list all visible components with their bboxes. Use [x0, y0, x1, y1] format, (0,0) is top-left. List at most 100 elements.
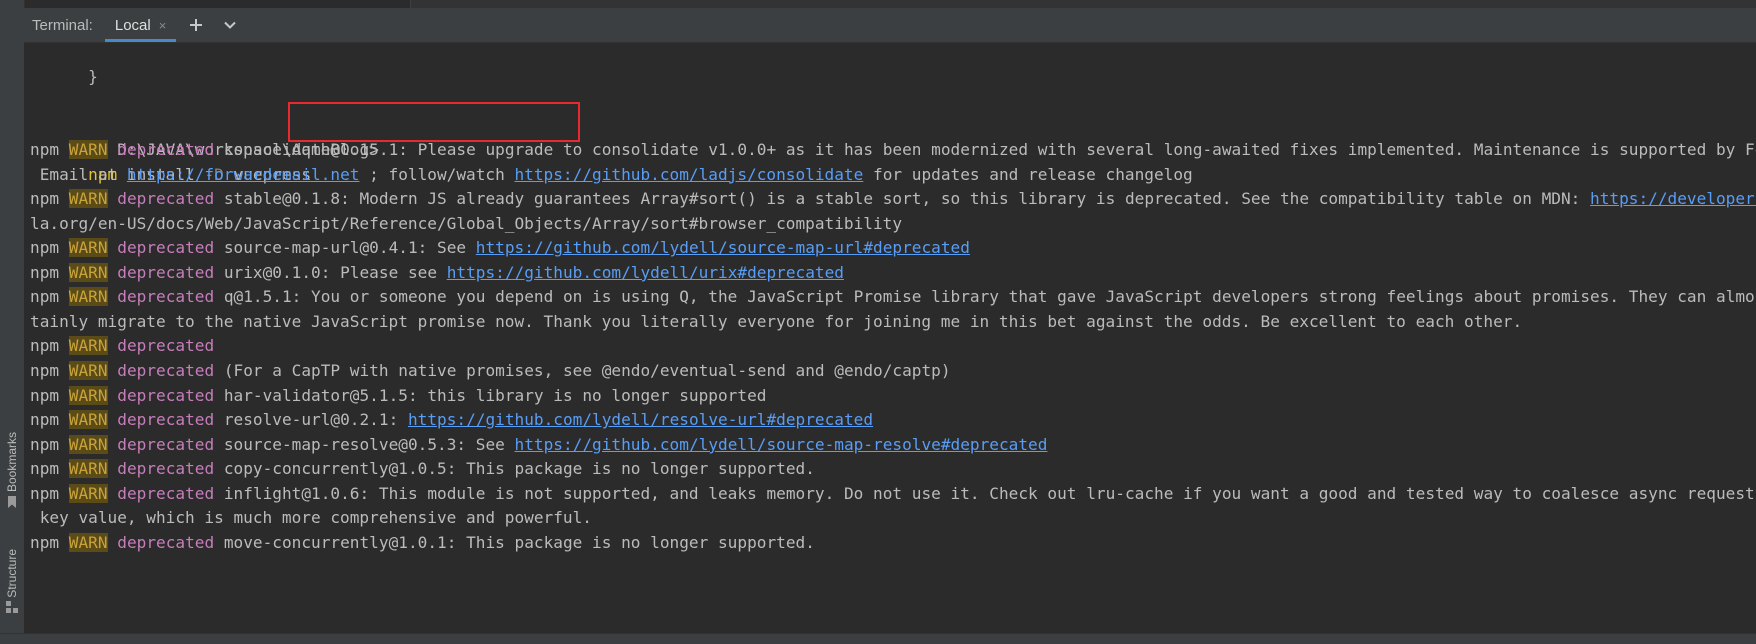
- terminal-line: npm WARN deprecated har-validator@5.1.5:…: [30, 383, 766, 408]
- structure-label: Structure: [5, 548, 19, 598]
- plus-icon: [190, 19, 203, 31]
- warn-badge: WARN: [68, 360, 108, 380]
- bookmark-icon: [6, 496, 18, 509]
- terminal-line: npm WARN deprecated move-concurrently@1.…: [30, 530, 815, 555]
- warn-badge: WARN: [68, 385, 108, 405]
- structure-icon: [6, 601, 18, 614]
- npm-prefix: npm: [30, 287, 60, 307]
- editor-edge-segment: [410, 0, 1756, 8]
- url-link[interactable]: https://github.com/ladjs/consolidate: [514, 165, 863, 184]
- line-continuation: tainly migrate to the native JavaScript …: [30, 311, 1523, 331]
- terminal-line: key value, which is much more comprehens…: [30, 505, 592, 530]
- warn-badge: WARN: [68, 483, 108, 503]
- terminal-line: }: [30, 43, 98, 86]
- npm-prefix: npm: [30, 360, 60, 380]
- left-tool-strip: Bookmarks Structure: [0, 0, 25, 644]
- terminal-title: Terminal:: [32, 16, 93, 34]
- bookmarks-tool-tab[interactable]: Bookmarks: [0, 420, 24, 520]
- npm-prefix: npm: [30, 189, 60, 209]
- terminal-line: npm WARN deprecated copy-concurrently@1.…: [30, 456, 815, 481]
- bookmarks-label: Bookmarks: [5, 431, 19, 493]
- line-continuation: la.org/en-US/docs/Web/JavaScript/Referen…: [30, 213, 903, 233]
- warn-badge: WARN: [68, 189, 108, 209]
- url-link[interactable]: https://developer.mozil: [1590, 189, 1756, 208]
- url-link[interactable]: https://github.com/lydell/source-map-url…: [476, 238, 970, 257]
- warn-badge: WARN: [68, 140, 108, 159]
- terminal-line: npm WARN deprecated source-map-url@0.4.1…: [30, 235, 970, 260]
- line-text: urix@0.1.0: Please see: [214, 262, 447, 282]
- line-text: for updates and release changelog: [863, 164, 1193, 184]
- npm-prefix: npm: [30, 483, 60, 503]
- npm-prefix: npm: [30, 459, 60, 479]
- deprecated-label: deprecated: [117, 140, 215, 159]
- tab-local-label: Local: [114, 16, 151, 34]
- url-link[interactable]: https://github.com/lydell/urix#deprecate…: [447, 263, 844, 282]
- terminal-line: npm WARN deprecated urix@0.1.0: Please s…: [30, 260, 844, 285]
- deprecated-label: deprecated: [117, 483, 215, 503]
- line-text: source-map-resolve@0.5.3: See: [214, 434, 515, 454]
- terminal-line: la.org/en-US/docs/Web/JavaScript/Referen…: [30, 211, 902, 236]
- warn-badge: WARN: [68, 459, 108, 479]
- warn-badge: WARN: [68, 238, 108, 258]
- terminal-line: npm WARN deprecated source-map-resolve@0…: [30, 432, 1047, 457]
- deprecated-label: deprecated: [117, 459, 215, 479]
- warn-badge: WARN: [68, 434, 108, 454]
- warn-badge: WARN: [68, 287, 108, 307]
- line-text: (For a CapTP with native promises, see @…: [214, 360, 951, 380]
- active-tab-indicator: [104, 39, 177, 42]
- line-text: q@1.5.1: You or someone you depend on is…: [214, 287, 1756, 307]
- npm-prefix: npm: [30, 336, 60, 356]
- closing-brace: }: [88, 67, 98, 86]
- npm-prefix: npm: [30, 262, 60, 282]
- status-strip: [0, 633, 1756, 644]
- close-icon[interactable]: ×: [159, 18, 167, 33]
- line-text: Email at: [30, 164, 127, 184]
- npm-prefix: npm: [30, 410, 60, 430]
- line-text: ; follow/watch: [359, 164, 515, 184]
- deprecated-label: deprecated: [117, 434, 215, 454]
- terminal-line: npm WARN deprecated stable@0.1.8: Modern…: [30, 186, 1756, 211]
- terminal-line: Email at https://forwardemail.net ; foll…: [30, 162, 1193, 187]
- warn-badge: WARN: [68, 336, 108, 356]
- url-link[interactable]: https://github.com/lydell/source-map-res…: [515, 435, 1048, 454]
- deprecated-label: deprecated: [117, 336, 215, 356]
- warn-badge: WARN: [68, 262, 108, 282]
- deprecated-label: deprecated: [117, 262, 215, 282]
- warn-badge: WARN: [68, 410, 108, 430]
- editor-edge: [0, 0, 1756, 8]
- line-continuation: key value, which is much more comprehens…: [30, 508, 592, 528]
- line-text: move-concurrently@1.0.1: This package is…: [214, 532, 815, 552]
- line-text: inflight@1.0.6: This module is not suppo…: [214, 483, 1756, 503]
- line-text: stable@0.1.8: Modern JS already guarante…: [214, 189, 1591, 209]
- npm-prefix: npm: [30, 532, 60, 552]
- line-text: har-validator@5.1.5: this library is no …: [214, 385, 767, 405]
- terminal-line: npm WARN deprecated resolve-url@0.2.1: h…: [30, 407, 873, 432]
- structure-tool-tab[interactable]: Structure: [0, 538, 24, 624]
- deprecated-label: deprecated: [117, 287, 215, 307]
- new-terminal-button[interactable]: [182, 11, 210, 39]
- command-highlight-box: [288, 102, 580, 142]
- url-link[interactable]: https://github.com/lydell/resolve-url#de…: [408, 410, 873, 429]
- line-text: copy-concurrently@1.0.5: This package is…: [214, 459, 815, 479]
- npm-prefix: npm: [30, 238, 60, 258]
- deprecated-label: deprecated: [117, 238, 215, 258]
- terminal-dropdown-button[interactable]: [216, 11, 244, 39]
- deprecated-label: deprecated: [117, 532, 215, 552]
- terminal-line: npm WARN deprecated: [30, 333, 214, 358]
- terminal-output[interactable]: } PS D:\JAVA\workspace\AqmhBlog> npm ins…: [24, 43, 1756, 633]
- terminal-line: npm WARN deprecated inflight@1.0.6: This…: [30, 481, 1756, 506]
- warn-badge: WARN: [68, 532, 108, 552]
- deprecated-label: deprecated: [117, 360, 215, 380]
- deprecated-label: deprecated: [117, 410, 215, 430]
- line-text: consolidate@0.15.1: Please upgrade to co…: [214, 140, 1756, 159]
- npm-prefix: npm: [30, 385, 60, 405]
- terminal-line: npm WARN deprecated q@1.5.1: You or some…: [30, 284, 1756, 309]
- terminal-header: Terminal: Local ×: [24, 8, 1756, 43]
- line-text: source-map-url@0.4.1: See: [214, 238, 476, 258]
- chevron-down-icon: [224, 21, 237, 29]
- tab-local[interactable]: Local ×: [104, 8, 177, 42]
- terminal-line: npm WARN deprecated (For a CapTP with na…: [30, 358, 951, 383]
- ide-window: Bookmarks Structure Terminal: Local ×} …: [0, 0, 1756, 644]
- line-text: resolve-url@0.2.1:: [214, 410, 408, 430]
- url-link[interactable]: https://forwardemail.net: [127, 165, 360, 184]
